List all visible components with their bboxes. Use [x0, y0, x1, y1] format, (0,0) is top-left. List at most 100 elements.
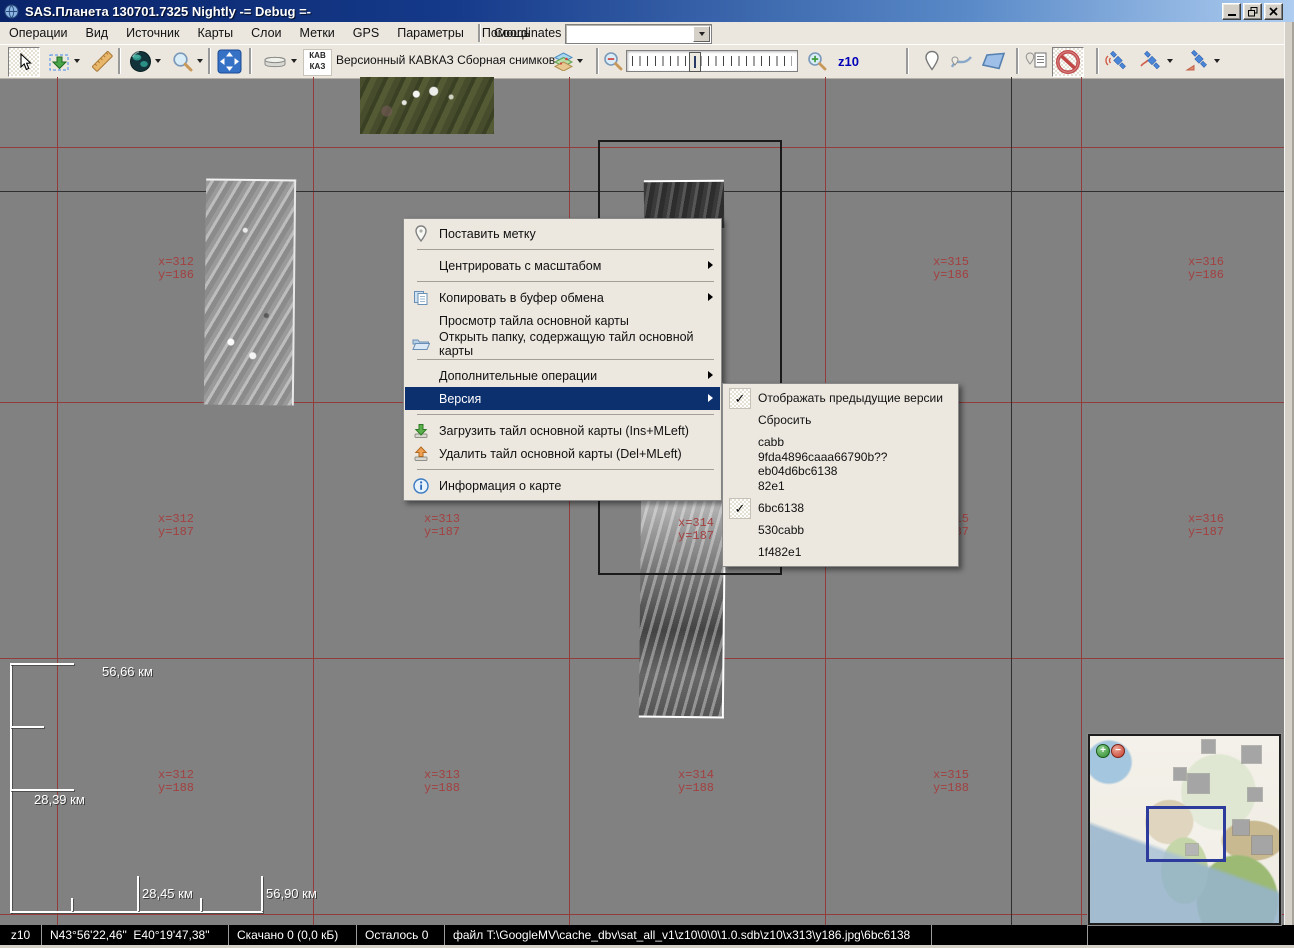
check-icon: ✓ — [729, 498, 751, 519]
layers-button[interactable] — [547, 47, 589, 75]
menu-separator — [417, 414, 714, 415]
chevron-down-icon[interactable] — [74, 59, 80, 63]
status-coordinates: N43°56'22,46" E40°19'47,38" — [42, 925, 229, 945]
version-submenu: ✓ Отображать предыдущие версии Сбросить … — [722, 383, 959, 567]
coordinates-label: Coordinates — [494, 26, 561, 40]
menu-placemarks[interactable]: Метки — [291, 23, 344, 43]
submenu-item-version-hash[interactable]: 9fda4896caaa66790b??eb04d6bc6138 — [724, 453, 957, 475]
minimap[interactable]: + − — [1088, 734, 1281, 925]
minimap-zoom-in-button[interactable]: + — [1096, 744, 1110, 758]
submenu-item-version-82e1[interactable]: 82e1 — [724, 475, 957, 497]
main-toolbar: КАВ КАЗ Версионный КАВКАЗ Сборная снимко… — [0, 44, 1284, 79]
scale-ruler-label: 28,45 км — [142, 886, 193, 901]
placemark-manager-button[interactable] — [1022, 47, 1050, 75]
restore-icon — [1248, 7, 1258, 17]
chevron-down-icon[interactable] — [291, 59, 297, 63]
search-button[interactable] — [166, 47, 208, 75]
menu-item-download-tile[interactable]: Загрузить тайл основной карты (Ins+MLeft… — [405, 419, 720, 442]
minimize-button[interactable] — [1222, 3, 1241, 20]
submenu-item-version-530cabb[interactable]: 530cabb — [724, 519, 957, 541]
cache-type-button[interactable] — [256, 47, 302, 75]
submenu-item-version-1f482e1[interactable]: 1f482e1 — [724, 541, 957, 563]
chevron-down-icon[interactable] — [155, 59, 161, 63]
scale-ruler-label: 56,66 км — [102, 664, 153, 679]
add-path-button[interactable] — [948, 47, 976, 75]
menu-view[interactable]: Вид — [76, 23, 117, 43]
menu-item-map-info[interactable]: Информация о карте — [405, 474, 720, 497]
menu-item-open-tile-folder[interactable]: Открыть папку, содержащую тайл основной … — [405, 332, 720, 355]
scale-ruler-tick — [10, 726, 44, 728]
minimap-zoom-out-button[interactable]: − — [1111, 744, 1125, 758]
toolbar-separator — [118, 48, 120, 74]
prohibition-icon — [1055, 49, 1081, 75]
map-selector-dropdown[interactable]: Версионный КАВКАЗ Сборная снимков — [336, 53, 567, 67]
zoom-in-button[interactable] — [804, 47, 830, 75]
fullscreen-button[interactable] — [214, 47, 244, 75]
menu-item-copy-to-clipboard[interactable]: Копировать в буфер обмена — [405, 286, 720, 309]
minimap-viewport-rectangle[interactable] — [1146, 806, 1226, 862]
add-placemark-button[interactable] — [918, 47, 946, 75]
scale-ruler-vertical-line — [10, 663, 12, 913]
check-icon: ✓ — [729, 388, 751, 409]
tile-coordinate-label: x=316y=186 — [1188, 256, 1224, 282]
menu-item-place-mark[interactable]: Поставить метку — [405, 222, 720, 245]
minimap-missing-tile — [1233, 820, 1249, 835]
menu-operations[interactable]: Операции — [0, 23, 76, 43]
scale-ruler-tick — [10, 663, 74, 665]
menu-source[interactable]: Источник — [117, 23, 188, 43]
tile-coordinate-label: x=314y=188 — [678, 769, 714, 795]
menu-bar: Операции Вид Источник Карты Слои Метки G… — [0, 22, 1284, 45]
tile-coordinate-label: x=315y=188 — [933, 769, 969, 795]
submenu-arrow-icon — [708, 293, 713, 301]
placemark-list-icon — [1024, 51, 1048, 71]
cursor-tool-button[interactable] — [8, 47, 40, 77]
hide-placemarks-button[interactable] — [1052, 47, 1084, 77]
app-icon — [4, 4, 19, 19]
tile-coordinate-label: x=312y=186 — [158, 256, 194, 282]
menu-item-center-with-zoom[interactable]: Центрировать с масштабом — [405, 254, 720, 277]
chevron-down-icon[interactable] — [197, 59, 203, 63]
ruler-tool-button[interactable] — [88, 47, 116, 75]
gps-track-button[interactable] — [1134, 47, 1176, 75]
app-window: SAS.Планета 130701.7325 Nightly -= Debug… — [0, 0, 1294, 948]
restore-button[interactable] — [1243, 3, 1262, 20]
minimize-icon — [1228, 14, 1236, 16]
chevron-down-icon[interactable] — [1167, 59, 1173, 63]
submenu-item-version-6bc6138[interactable]: ✓ 6bc6138 — [724, 497, 957, 519]
zoom-out-button[interactable] — [600, 47, 626, 75]
gps-marker-button[interactable] — [1180, 47, 1224, 75]
combobox-arrow-button[interactable] — [693, 26, 710, 42]
scale-ruler-horizontal-line — [10, 911, 263, 913]
zoom-slider-ticks — [632, 56, 792, 66]
submenu-item-show-previous-versions[interactable]: ✓ Отображать предыдущие версии — [724, 387, 957, 409]
layers-icon — [553, 52, 574, 71]
tile-coordinate-label: x=312y=188 — [158, 769, 194, 795]
selection-download-icon — [48, 50, 71, 73]
status-empty-panel — [1088, 925, 1294, 945]
close-button[interactable] — [1264, 3, 1283, 20]
chevron-down-icon[interactable] — [577, 59, 583, 63]
menu-item-delete-tile[interactable]: Удалить тайл основной карты (Del+MLeft) — [405, 442, 720, 465]
menu-item-version[interactable]: Версия — [405, 387, 720, 410]
menu-parameters[interactable]: Параметры — [388, 23, 473, 43]
menu-gps[interactable]: GPS — [344, 23, 388, 43]
zoom-slider[interactable] — [626, 50, 798, 72]
globe-view-button[interactable] — [124, 47, 166, 75]
status-zoom: z10 — [0, 925, 42, 945]
cursor-icon — [16, 53, 33, 71]
menu-layers[interactable]: Слои — [242, 23, 290, 43]
submenu-item-reset[interactable]: Сбросить — [724, 409, 957, 431]
menu-item-additional-operations[interactable]: Дополнительные операции — [405, 364, 720, 387]
gps-connect-button[interactable] — [1102, 47, 1132, 75]
zoom-slider-thumb[interactable] — [689, 52, 701, 72]
add-polygon-button[interactable] — [978, 47, 1010, 75]
chevron-down-icon[interactable] — [1214, 59, 1220, 63]
scale-ruler-tick — [137, 876, 139, 911]
coordinates-combobox[interactable] — [565, 24, 712, 44]
copy-icon — [411, 288, 431, 307]
scale-ruler-label: 28,39 км — [34, 792, 85, 807]
satellite-tile-strip-left — [204, 179, 296, 406]
selection-tool-button[interactable] — [42, 47, 86, 75]
menu-maps[interactable]: Карты — [188, 23, 242, 43]
toolbar-group-separator — [906, 48, 908, 74]
